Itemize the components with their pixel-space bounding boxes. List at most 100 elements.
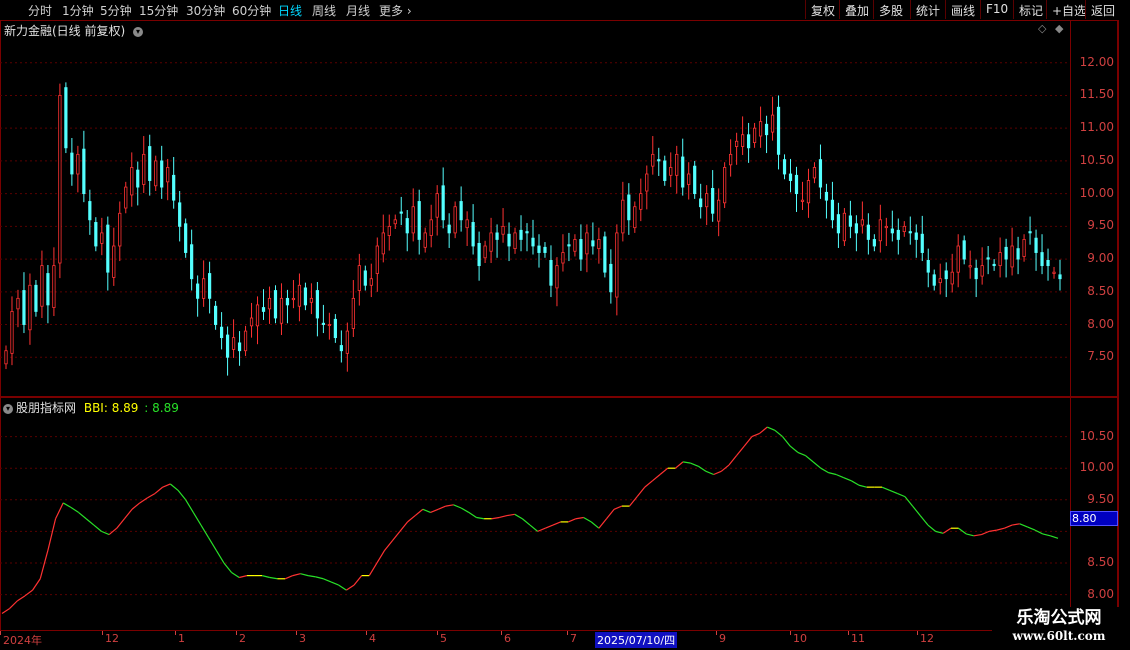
candle-body [615, 232, 619, 298]
bbi-segment [330, 581, 339, 586]
date-tick-label: 3 [299, 632, 306, 645]
candle-body [872, 239, 876, 247]
candle-body [303, 287, 308, 306]
candle-body [249, 317, 254, 327]
toolbar-button[interactable]: 复权 [805, 0, 840, 19]
bbi-segment [215, 550, 225, 564]
candle-body [896, 229, 900, 240]
candle-body [172, 174, 176, 201]
bbi-segment [368, 562, 378, 576]
candle-body [776, 106, 781, 155]
period-tab[interactable]: 30分钟 [186, 2, 225, 19]
candle-body [202, 278, 206, 299]
candle-body [645, 173, 649, 192]
candle-body [10, 311, 14, 354]
toolbar-button[interactable]: 多股 [873, 0, 908, 19]
bbi-segment [323, 578, 332, 583]
bbi-segment [422, 508, 431, 513]
bbi-segment [177, 489, 187, 501]
candle-body [267, 297, 272, 310]
candle-body [219, 326, 224, 339]
candle-body [543, 246, 547, 253]
toolbar-button[interactable]: 标记 [1013, 0, 1048, 19]
candle-body [585, 232, 589, 255]
candle-body [705, 193, 709, 208]
candle-body [273, 290, 278, 319]
period-tab[interactable]: 更多 › [379, 2, 412, 19]
date-tick-label: 12 [105, 632, 119, 645]
toolbar-button[interactable]: 返回 [1085, 0, 1120, 19]
candle-body [717, 199, 721, 222]
bbi-segment [966, 533, 974, 537]
candlestick-chart[interactable] [0, 20, 1070, 397]
right-info-strip-lower[interactable] [1118, 397, 1130, 631]
candle-body [567, 244, 571, 247]
candle-body [297, 284, 302, 307]
bbi-segment [93, 524, 102, 532]
bbi-segment [491, 516, 500, 520]
period-tab[interactable]: 1分钟 [62, 2, 94, 19]
bbi-segment [131, 502, 141, 510]
candle-body [291, 297, 296, 301]
toolbar-button[interactable]: 统计 [910, 0, 945, 19]
period-tab[interactable]: 分时 [28, 2, 52, 19]
candle-body [830, 199, 835, 221]
candle-body [40, 265, 44, 307]
period-tab[interactable]: 5分钟 [100, 2, 132, 19]
period-tab[interactable]: 月线 [346, 2, 370, 19]
bbi-segment [897, 492, 906, 498]
bbi-segment [62, 502, 72, 508]
date-tick-label: 2 [239, 632, 246, 645]
candle-body [932, 274, 936, 286]
toolbar-button[interactable]: 叠加 [839, 0, 874, 19]
bbi-line-chart[interactable] [0, 397, 1070, 631]
bbi-segment [1027, 526, 1036, 531]
candle-body [357, 265, 361, 291]
period-tab[interactable]: 60分钟 [232, 2, 271, 19]
candle-body [154, 160, 158, 187]
bbi-segment [445, 504, 454, 507]
candle-body [136, 169, 140, 188]
period-tab[interactable]: 15分钟 [139, 2, 178, 19]
bbi-segment [231, 571, 240, 579]
candle-body [669, 167, 673, 176]
candle-body [549, 259, 553, 286]
current-value: 8.80 [1072, 512, 1097, 525]
toolbar-button[interactable]: 画线 [945, 0, 980, 19]
price-tick-label: 11.00 [1079, 120, 1114, 135]
candle-body [447, 224, 451, 234]
bbi-segment [782, 436, 791, 447]
candle-body [555, 265, 559, 289]
right-info-strip[interactable] [1118, 20, 1130, 397]
bbi-segment [996, 527, 1005, 531]
candle-body [1040, 252, 1044, 267]
indicator-tick-label: 10.50 [1079, 428, 1114, 443]
candle-body [938, 278, 942, 284]
bbi-segment [78, 511, 87, 520]
candle-body [752, 127, 757, 143]
bbi-segment [698, 465, 707, 472]
bbi-segment [805, 455, 814, 463]
date-tick-mark [716, 631, 717, 635]
candle-body [687, 173, 691, 185]
bbi-segment [292, 573, 301, 577]
current-value-badge: 8.80 [1070, 511, 1118, 526]
candle-body [1058, 274, 1062, 280]
candle-body [621, 199, 625, 234]
candle-body [321, 322, 325, 325]
date-tick-label: 7 [570, 632, 577, 645]
bbi-segment [262, 575, 270, 579]
candle-body [417, 201, 421, 240]
bbi-segment [659, 467, 669, 475]
bbi-segment [32, 578, 41, 591]
candle-body [52, 265, 56, 308]
candle-body [746, 134, 751, 149]
bbi-segment [828, 472, 837, 476]
candle-body [902, 225, 906, 232]
bbi-segment [384, 540, 393, 551]
period-tab[interactable]: 日线 [278, 2, 302, 19]
date-tick-label: 9 [719, 632, 726, 645]
period-tab[interactable]: 周线 [312, 2, 336, 19]
bbi-segment [239, 575, 248, 579]
toolbar-button[interactable]: F10 [980, 0, 1013, 19]
